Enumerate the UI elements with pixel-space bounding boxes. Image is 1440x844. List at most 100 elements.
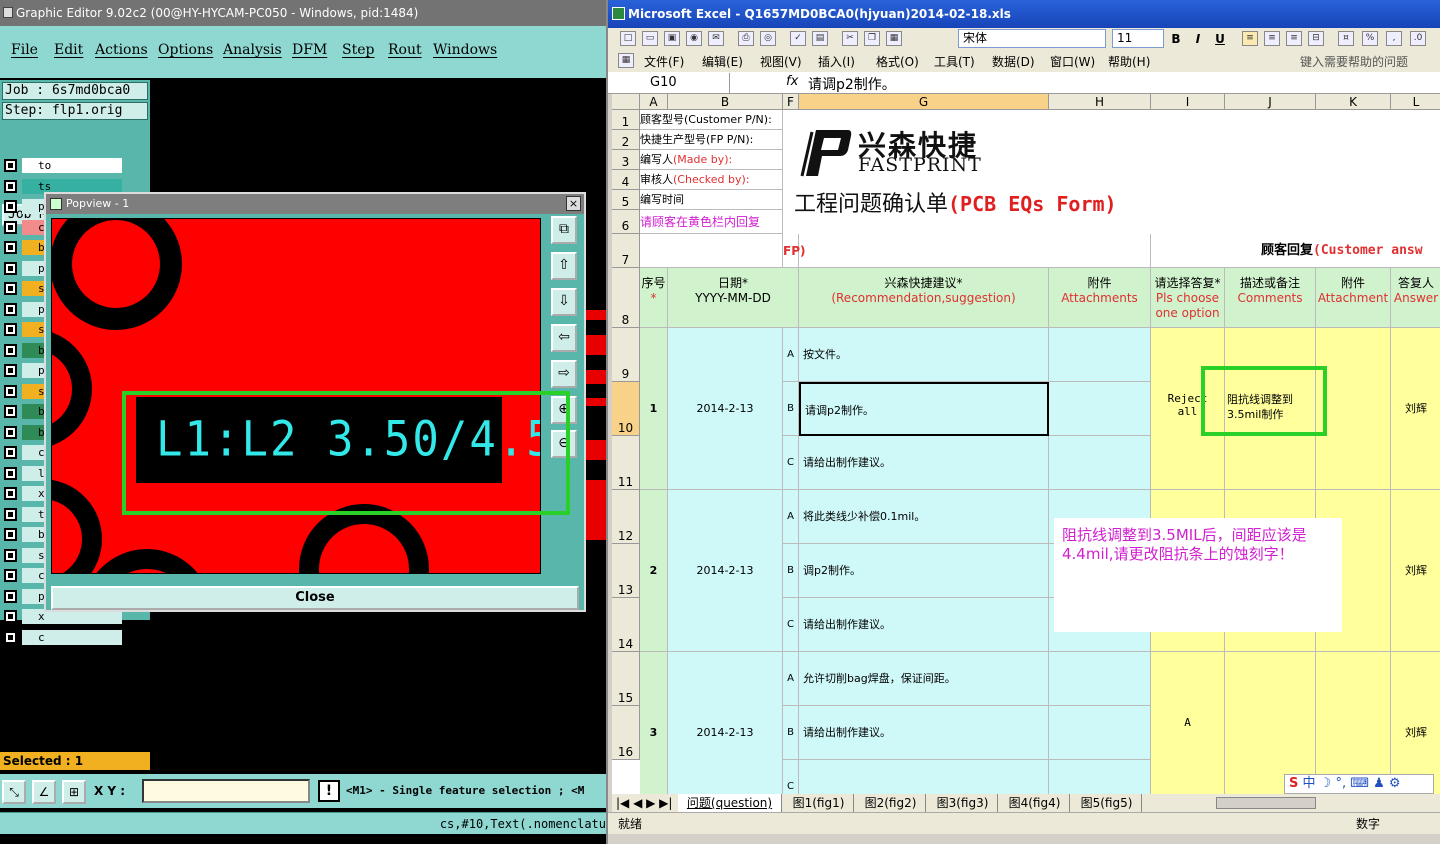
align-center-icon[interactable]: ≡ — [1264, 31, 1280, 46]
answer-person[interactable]: 刘辉 — [1391, 490, 1440, 652]
column-header-ans[interactable]: 答复人 Answer — [1391, 268, 1440, 328]
answer-person[interactable]: 刘辉 — [1391, 328, 1440, 490]
fp-label[interactable]: FP) — [783, 234, 805, 268]
sheet-icon[interactable]: ▦ — [618, 53, 634, 68]
menu-help-cn[interactable]: 帮助(H) — [1108, 53, 1150, 70]
option-text[interactable]: 按文件。 — [799, 328, 1049, 382]
row-header[interactable]: 9 — [612, 328, 640, 382]
row-header[interactable]: 2 — [612, 130, 640, 150]
menu-file[interactable]: File — [11, 42, 38, 58]
col-header[interactable]: B — [668, 94, 783, 110]
attachment-cell[interactable] — [1049, 382, 1151, 436]
font-size-select[interactable]: 11 — [1112, 29, 1164, 48]
layer-checkbox[interactable] — [4, 466, 17, 480]
layer-row[interactable]: to — [2, 158, 124, 173]
sheet-tab[interactable]: 图5(fig5) — [1072, 794, 1142, 812]
row-header[interactable]: 13 — [612, 544, 640, 598]
column-header-rec[interactable]: 兴森快捷建议* (Recommendation,suggestion) — [799, 268, 1049, 328]
col-header[interactable]: I — [1151, 94, 1225, 110]
layer-checkbox[interactable] — [4, 507, 17, 521]
option-text[interactable]: 请给出制作建议。 — [799, 706, 1049, 760]
cell[interactable] — [640, 234, 783, 268]
option-text[interactable]: 请调p2制作。 — [799, 382, 1049, 436]
menu-format-cn[interactable]: 格式(O) — [876, 53, 919, 70]
layer-checkbox[interactable] — [4, 405, 17, 418]
decimal-icon[interactable]: .0 — [1410, 31, 1426, 46]
option-letter[interactable]: C — [783, 760, 799, 794]
layer-checkbox[interactable] — [4, 323, 17, 336]
worksheet-grid[interactable]: A B F G H I J K L 1 2 3 4 5 6 7 8 9 10 11 12 13 14 15 1… — [612, 94, 1440, 794]
written-time-label[interactable]: 编写时间 — [640, 190, 783, 210]
ime-bar[interactable]: S 中 ☽ °, ⌨ ♟ ⚙ — [1284, 774, 1434, 794]
pan-right-icon[interactable]: ⇨ — [551, 360, 577, 388]
pan-up-icon[interactable]: ⇧ — [551, 252, 577, 280]
option-letter[interactable]: A — [783, 652, 799, 706]
row-header[interactable]: 10 — [612, 382, 640, 436]
col-header[interactable]: F — [783, 94, 799, 110]
row-header[interactable]: 8 — [612, 268, 640, 328]
layer-checkbox[interactable] — [4, 589, 17, 603]
row-header[interactable]: 11 — [612, 436, 640, 490]
layer-checkbox[interactable] — [4, 261, 17, 275]
option-letter[interactable]: B — [783, 382, 799, 436]
made-by-label[interactable]: 编写人(Made by): — [640, 150, 783, 170]
attachment-cell[interactable] — [1049, 706, 1151, 760]
instruction-label[interactable]: 请顾客在黄色栏内回复 — [640, 210, 783, 234]
menu-tools-cn[interactable]: 工具(T) — [934, 53, 975, 70]
horizontal-scrollbar[interactable] — [1216, 797, 1316, 809]
close-button[interactable]: Close — [51, 586, 579, 610]
column-header-att[interactable]: 附件 Attachments — [1049, 268, 1151, 328]
layer-checkbox[interactable] — [4, 343, 17, 357]
italic-button[interactable]: I — [1188, 30, 1208, 48]
attachment2-cell[interactable] — [1316, 328, 1391, 490]
row-header[interactable]: 16 — [612, 706, 640, 760]
zoom-fit-icon[interactable]: ⧉ — [551, 216, 577, 244]
option-text[interactable]: 请给出制作建议。 — [799, 436, 1049, 490]
pan-left-icon[interactable]: ⇦ — [551, 324, 577, 352]
row-date[interactable]: 2014-2-13 — [668, 652, 783, 794]
layer-checkbox[interactable] — [4, 200, 17, 213]
email-icon[interactable]: ✉ — [708, 31, 724, 46]
pan-down-icon[interactable]: ⇩ — [551, 288, 577, 316]
permission-icon[interactable]: ◉ — [686, 31, 702, 46]
fp-pn-label[interactable]: 快捷生产型号(FP P/N): — [640, 130, 783, 150]
option-letter[interactable]: A — [783, 328, 799, 382]
menu-step[interactable]: Step — [342, 42, 374, 58]
name-box[interactable]: G10 — [610, 73, 730, 93]
option-text[interactable]: 允许切削bag焊盘，保证间距。 — [799, 652, 1049, 706]
layer-checkbox[interactable] — [4, 282, 17, 295]
attachment-cell[interactable] — [1049, 328, 1151, 382]
option-text[interactable]: 请给出制作建议。 — [799, 598, 1049, 652]
option-letter[interactable]: B — [783, 706, 799, 760]
measure-icon[interactable]: ∠ — [32, 780, 56, 804]
help-search[interactable]: 键入需要帮助的问题 — [1300, 53, 1408, 70]
spell-icon[interactable]: ✓ — [790, 31, 806, 46]
option-letter[interactable]: B — [783, 544, 799, 598]
row-number[interactable]: 2 — [640, 490, 668, 652]
comment-cell[interactable] — [1225, 652, 1316, 794]
formula-input[interactable]: 请调p2制作。 — [808, 74, 896, 94]
layer-checkbox[interactable] — [4, 384, 17, 398]
xy-input[interactable] — [142, 779, 310, 803]
open-icon[interactable]: ▭ — [642, 31, 658, 46]
layer-checkbox[interactable] — [4, 528, 17, 541]
layer-checkbox[interactable] — [4, 610, 17, 623]
col-header[interactable]: K — [1316, 94, 1391, 110]
col-header[interactable]: G — [799, 94, 1049, 110]
row-header[interactable]: 3 — [612, 150, 640, 170]
sheet-tab[interactable]: 图4(fig4) — [1000, 794, 1070, 812]
option-letter[interactable]: C — [783, 598, 799, 652]
menu-edit-cn[interactable]: 编辑(E) — [702, 53, 743, 70]
cut-icon[interactable]: ✂ — [842, 31, 858, 46]
menu-file-cn[interactable]: 文件(F) — [644, 53, 684, 70]
tab-nav-icon[interactable]: |◀ ◀ ▶ ▶| — [616, 794, 672, 812]
sheet-tab[interactable]: 问题(question) — [678, 794, 782, 812]
row-number[interactable]: 3 — [640, 652, 668, 794]
column-header-choose[interactable]: 请选择答复* Pls choose one option — [1151, 268, 1225, 328]
attachment-cell[interactable] — [1049, 760, 1151, 794]
sheet-tab[interactable]: 图1(fig1) — [784, 794, 854, 812]
layer-checkbox[interactable] — [4, 364, 17, 377]
choice-cell[interactable]: A — [1151, 652, 1225, 794]
cell[interactable] — [799, 234, 1151, 268]
alert-icon[interactable]: ! — [318, 780, 340, 802]
